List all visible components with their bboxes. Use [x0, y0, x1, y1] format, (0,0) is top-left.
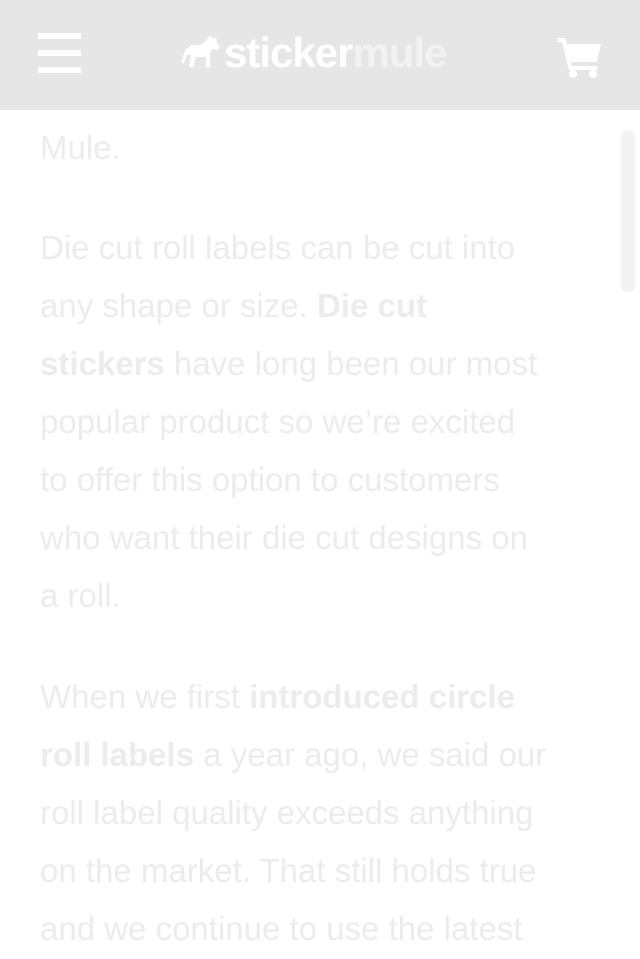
sticker-mule-logo[interactable]: sticker mule	[180, 28, 447, 78]
mule-logo-icon	[181, 35, 220, 67]
hamburger-menu-icon	[38, 33, 81, 39]
paragraph-die-cut: Die cut roll labels can be cut into any …	[40, 229, 538, 614]
top-nav-bar: sticker mule	[0, 0, 640, 110]
shopping-cart-icon[interactable]	[557, 36, 603, 78]
paragraph-circle-labels: When we first introduced circle roll labe…	[40, 678, 547, 947]
logo-text-sticker: sticker	[224, 29, 353, 76]
scrollbar-thumb[interactable]	[621, 130, 635, 292]
paragraph-fragment: Mule.	[40, 129, 121, 166]
logo-text-mule: mule	[352, 29, 447, 76]
menu-button[interactable]	[38, 33, 81, 73]
